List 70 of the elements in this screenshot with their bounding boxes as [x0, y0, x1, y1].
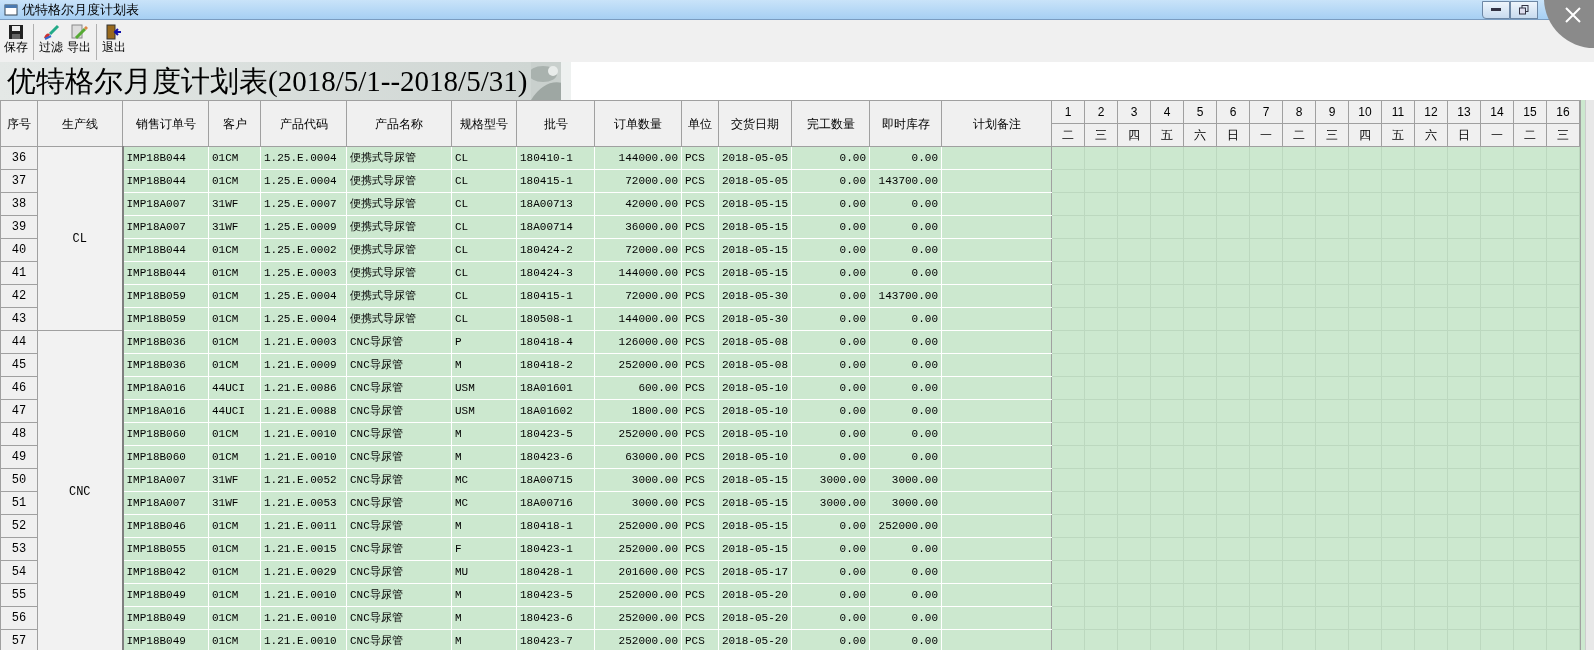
scrollbar[interactable] — [1584, 100, 1594, 650]
row-number: 52 — [0, 514, 38, 538]
column-header: 销售订单号 — [122, 100, 209, 147]
column-header: 6 — [1216, 100, 1250, 124]
column-header: 产品名称 — [346, 100, 452, 147]
row-number: 37 — [0, 169, 38, 193]
column-header: 生产线 — [37, 100, 123, 147]
column-header: 15 — [1513, 100, 1547, 124]
row-number: 57 — [0, 629, 38, 650]
column-header: 5 — [1183, 100, 1217, 124]
row-number: 48 — [0, 422, 38, 446]
banner-title: 优特格尔月度计划表(2018/5/1--2018/5/31) — [0, 62, 532, 100]
pencil-document-icon — [70, 24, 88, 40]
column-header: 3 — [1117, 100, 1151, 124]
column-header: 14 — [1480, 100, 1514, 124]
row-number: 51 — [0, 491, 38, 515]
row-number: 41 — [0, 261, 38, 285]
row-number: 39 — [0, 215, 38, 239]
column-header: 10 — [1348, 100, 1382, 124]
table-cell: CNC — [37, 330, 123, 650]
column-header: 订单数量 — [594, 100, 682, 147]
column-header: 交货日期 — [718, 100, 792, 147]
column-header: 规格型号 — [451, 100, 517, 147]
column-header: 8 — [1282, 100, 1316, 124]
row-number: 49 — [0, 445, 38, 469]
row-number: 54 — [0, 560, 38, 584]
row-number: 53 — [0, 537, 38, 561]
column-header: 产品代码 — [260, 100, 347, 147]
row-number: 42 — [0, 284, 38, 308]
column-header: 9 — [1315, 100, 1349, 124]
row-number: 40 — [0, 238, 38, 262]
column-header: 批号 — [516, 100, 595, 147]
toolbar-button[interactable]: 过滤 — [37, 22, 65, 62]
column-header: 11 — [1381, 100, 1415, 124]
column-header: 单位 — [681, 100, 719, 147]
column-header: 7 — [1249, 100, 1283, 124]
column-header: 13 — [1447, 100, 1481, 124]
window-icon — [4, 3, 18, 16]
column-header: 1 — [1051, 100, 1085, 124]
minimize-button[interactable] — [1482, 0, 1510, 19]
row-number: 56 — [0, 606, 38, 630]
restore-icon — [1519, 4, 1529, 15]
minimize-icon — [1491, 7, 1501, 12]
toolbar-button[interactable]: 退出 — [100, 22, 128, 62]
row-number: 50 — [0, 468, 38, 492]
window-title: 优特格尔月度计划表 — [22, 0, 139, 19]
row-number: 47 — [0, 399, 38, 423]
restore-button[interactable] — [1510, 0, 1538, 19]
row-number: 46 — [0, 376, 38, 400]
row-number: 38 — [0, 192, 38, 216]
close-overlay-button[interactable] — [1544, 0, 1594, 48]
toolbar-button[interactable]: 保存 — [2, 22, 30, 62]
column-header: 16 — [1546, 100, 1580, 124]
row-number: 36 — [0, 146, 38, 170]
row-number: 45 — [0, 353, 38, 377]
row-number: 43 — [0, 307, 38, 331]
column-header: 即时库存 — [869, 100, 942, 147]
exit-door-icon — [106, 24, 122, 40]
column-header: 计划备注 — [941, 100, 1052, 147]
column-header: 12 — [1414, 100, 1448, 124]
column-header: 4 — [1150, 100, 1184, 124]
column-header: 完工数量 — [791, 100, 870, 147]
toolbar-button[interactable]: 导出 — [65, 22, 93, 62]
table-cell: CL — [37, 146, 123, 331]
brush-icon — [42, 24, 60, 40]
column-header: 序号 — [0, 100, 38, 147]
row-number: 55 — [0, 583, 38, 607]
column-header: 客户 — [208, 100, 261, 147]
column-header: 2 — [1084, 100, 1118, 124]
row-number: 44 — [0, 330, 38, 354]
